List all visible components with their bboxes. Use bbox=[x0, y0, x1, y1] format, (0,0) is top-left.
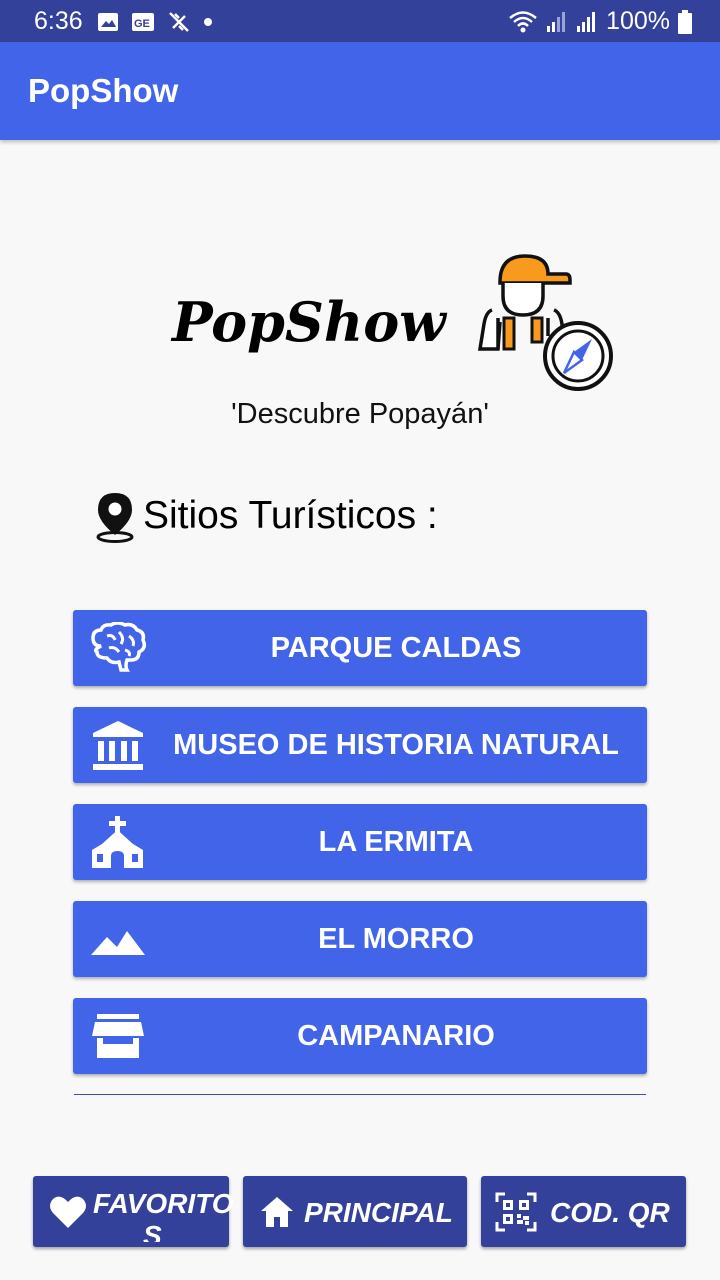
site-button-label: CAMPANARIO bbox=[297, 1020, 495, 1052]
traveler-compass-logo-icon bbox=[477, 254, 613, 391]
signal-icon-2 bbox=[577, 11, 596, 32]
status-right: 100% bbox=[508, 7, 692, 36]
qr-code-icon bbox=[495, 1192, 537, 1232]
museum-icon bbox=[93, 721, 143, 770]
home-icon bbox=[261, 1197, 293, 1227]
site-button-la-ermita[interactable]: LA ERMITA bbox=[73, 804, 647, 880]
image-notification-icon bbox=[98, 13, 118, 31]
site-button-museo[interactable]: MUSEO DE HISTORIA NATURAL bbox=[73, 707, 647, 783]
heart-icon bbox=[50, 1196, 86, 1228]
app-bar: PopShow bbox=[0, 42, 720, 140]
principal-button[interactable]: PRINCIPAL bbox=[243, 1176, 467, 1247]
svg-text:GE: GE bbox=[134, 18, 150, 30]
site-button-label: EL MORRO bbox=[318, 923, 474, 955]
signal-icon bbox=[547, 11, 566, 32]
notification-icons: GE bbox=[97, 10, 213, 34]
wifi-icon bbox=[509, 10, 537, 32]
favorites-label-line2-clip: S bbox=[93, 1220, 223, 1242]
brain-icon bbox=[91, 622, 147, 672]
dot-notification-icon bbox=[204, 18, 212, 26]
favorites-button[interactable]: FAVORITO S bbox=[33, 1176, 234, 1247]
site-button-label: PARQUE CALDAS bbox=[270, 632, 522, 664]
app-title: PopShow bbox=[28, 72, 179, 109]
favorites-label-line2: S bbox=[143, 1220, 162, 1242]
site-button-label: LA ERMITA bbox=[318, 826, 474, 858]
site-button-parque-caldas[interactable]: PARQUE CALDAS bbox=[73, 610, 647, 686]
status-bar: 6:36 GE 100% bbox=[0, 0, 720, 42]
principal-label: PRINCIPAL bbox=[304, 1197, 453, 1228]
tagline: 'Descubre Popayán' bbox=[231, 398, 489, 430]
news-notification-icon: GE bbox=[132, 13, 154, 31]
status-time: 6:36 bbox=[34, 7, 83, 35]
church-icon bbox=[92, 816, 143, 868]
site-button-campanario[interactable]: CAMPANARIO bbox=[73, 998, 647, 1074]
mountain-icon bbox=[91, 931, 145, 955]
sync-off-notification-icon bbox=[169, 12, 189, 32]
favorites-label-line1: FAVORITO bbox=[93, 1188, 234, 1219]
location-pin-icon bbox=[96, 493, 134, 543]
site-button-el-morro[interactable]: EL MORRO bbox=[73, 901, 647, 977]
section-title: Sitios Turísticos : bbox=[143, 494, 438, 537]
battery-icon bbox=[678, 9, 692, 34]
qr-code-button[interactable]: COD. QR bbox=[481, 1176, 686, 1247]
battery-percent: 100% bbox=[606, 7, 670, 35]
divider bbox=[74, 1094, 646, 1095]
logo-text: PopShow bbox=[172, 290, 446, 354]
qr-code-label: COD. QR bbox=[550, 1197, 670, 1228]
site-button-label: MUSEO DE HISTORIA NATURAL bbox=[173, 729, 619, 761]
store-icon bbox=[92, 1014, 144, 1058]
